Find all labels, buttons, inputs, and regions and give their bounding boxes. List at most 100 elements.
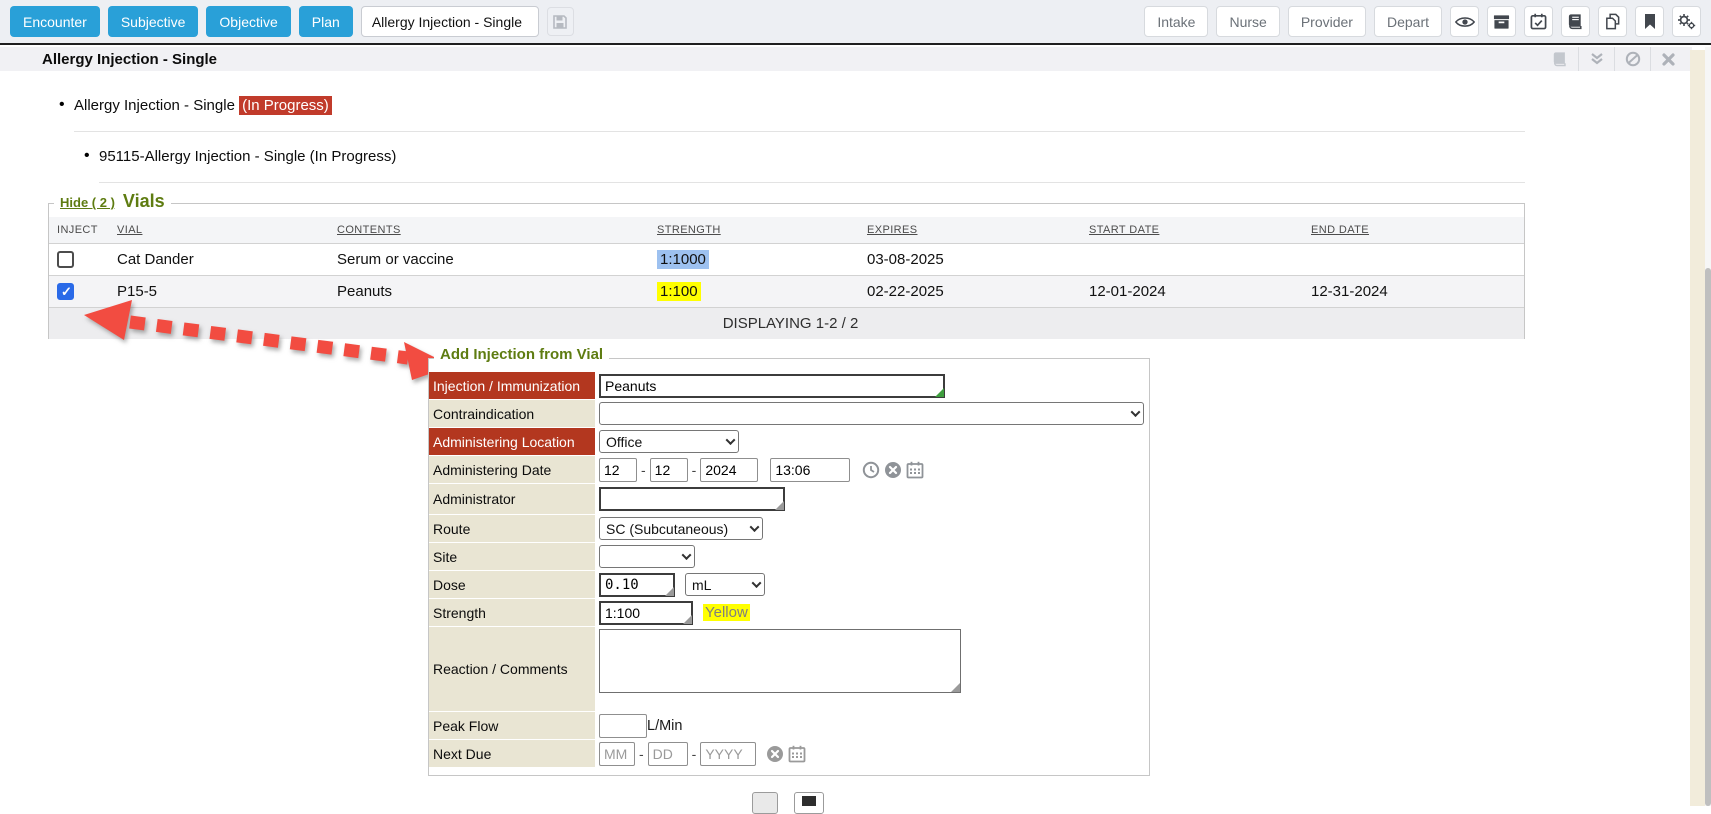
start-date-cell bbox=[1081, 244, 1303, 276]
clear-date-button[interactable] bbox=[884, 461, 902, 479]
save-button[interactable] bbox=[547, 7, 574, 36]
calendar-icon bbox=[788, 745, 806, 763]
dose-input[interactable] bbox=[599, 573, 675, 597]
column-header-contents[interactable]: CONTENTS bbox=[329, 217, 649, 244]
contraindication-label: Contraindication bbox=[429, 400, 595, 427]
eye-button[interactable] bbox=[1450, 6, 1479, 37]
form-print-button[interactable] bbox=[794, 792, 824, 814]
depart-button[interactable]: Depart bbox=[1374, 6, 1442, 37]
next-due-row: Next Due bbox=[429, 740, 1149, 767]
top-toolbar: Encounter Subjective Objective Plan Inta… bbox=[0, 0, 1711, 45]
annotation-arrow bbox=[78, 298, 458, 383]
site-row: Site bbox=[429, 543, 1149, 570]
site-label: Site bbox=[429, 543, 595, 570]
contraindication-select[interactable] bbox=[599, 402, 1144, 425]
administrator-input[interactable] bbox=[599, 487, 785, 511]
expires-cell: 02-22-2025 bbox=[859, 276, 1081, 308]
clear-next-due-button[interactable] bbox=[766, 745, 784, 763]
form-bottom-buttons bbox=[752, 792, 824, 814]
eye-icon bbox=[1455, 15, 1475, 29]
injection-label: Injection / Immunization bbox=[429, 372, 595, 399]
route-label: Route bbox=[429, 515, 595, 542]
book-button[interactable] bbox=[1561, 6, 1590, 37]
save-icon bbox=[552, 14, 568, 30]
date-label: Administering Date bbox=[429, 456, 595, 483]
calendar-check-button[interactable] bbox=[1524, 6, 1553, 37]
chevron-down-icon bbox=[726, 435, 736, 445]
panel-header: Allergy Injection - Single bbox=[0, 47, 1692, 71]
next-due-calendar-button[interactable] bbox=[788, 745, 806, 763]
date-month-input[interactable] bbox=[599, 458, 637, 482]
resize-grip-icon[interactable] bbox=[951, 683, 960, 692]
strength-input[interactable] bbox=[599, 601, 693, 625]
panel-book-button[interactable] bbox=[1542, 47, 1578, 71]
column-header-start-date[interactable]: START DATE bbox=[1081, 217, 1303, 244]
panel-disable-button[interactable] bbox=[1614, 47, 1650, 71]
reaction-textarea[interactable] bbox=[599, 629, 961, 693]
time-input[interactable] bbox=[770, 458, 850, 482]
next-due-year-input[interactable] bbox=[700, 742, 756, 766]
book-icon bbox=[1567, 13, 1584, 30]
administrator-label: Administrator bbox=[429, 484, 595, 514]
column-header-inject[interactable]: INJECT bbox=[49, 217, 109, 244]
panel-header-icons bbox=[1542, 47, 1686, 71]
copy-button[interactable] bbox=[1598, 6, 1627, 37]
objective-button[interactable]: Objective bbox=[206, 6, 290, 37]
panel-close-button[interactable] bbox=[1650, 47, 1686, 71]
column-header-expires[interactable]: EXPIRES bbox=[859, 217, 1081, 244]
form-title: Add Injection from Vial bbox=[440, 346, 603, 363]
form-action-button[interactable] bbox=[752, 792, 778, 814]
chevron-down-icon bbox=[750, 522, 760, 532]
nurse-button[interactable]: Nurse bbox=[1216, 6, 1279, 37]
form-title-input[interactable] bbox=[361, 6, 539, 37]
hide-vials-link[interactable]: Hide ( 2 ) bbox=[60, 195, 115, 210]
subjective-button[interactable]: Subjective bbox=[108, 6, 199, 37]
next-due-month-input[interactable] bbox=[599, 742, 635, 766]
column-header-vial[interactable]: VIAL bbox=[109, 217, 329, 244]
encounter-button[interactable]: Encounter bbox=[10, 6, 100, 37]
resize-grip-icon[interactable] bbox=[775, 501, 784, 510]
peak-flow-unit: L/Min bbox=[647, 718, 682, 734]
vertical-scrollbar-thumb[interactable] bbox=[1705, 268, 1711, 806]
table-row: Cat Dander Serum or vaccine 1:1000 03-08… bbox=[49, 244, 1524, 276]
calendar-picker-button[interactable] bbox=[906, 461, 924, 479]
peak-flow-input[interactable] bbox=[599, 714, 647, 738]
dose-unit-value: mL bbox=[692, 577, 711, 593]
book-icon bbox=[1552, 51, 1568, 67]
intake-button[interactable]: Intake bbox=[1144, 6, 1208, 37]
strength-label: Strength bbox=[429, 599, 595, 626]
inject-checkbox-checked[interactable] bbox=[57, 283, 74, 300]
chevron-down-icon bbox=[1131, 407, 1141, 417]
date-separator bbox=[692, 462, 697, 478]
column-header-strength[interactable]: STRENGTH bbox=[649, 217, 859, 244]
location-label: Administering Location bbox=[429, 428, 595, 455]
site-select[interactable] bbox=[599, 545, 695, 568]
peak-flow-label: Peak Flow bbox=[429, 712, 595, 739]
archive-button[interactable] bbox=[1487, 6, 1516, 37]
clock-button[interactable] bbox=[862, 461, 880, 479]
status-item-text: Allergy Injection - Single bbox=[74, 97, 235, 114]
dose-unit-select[interactable]: mL bbox=[685, 573, 765, 596]
column-header-end-date[interactable]: END DATE bbox=[1303, 217, 1524, 244]
settings-button[interactable] bbox=[1672, 6, 1701, 37]
date-day-input[interactable] bbox=[650, 458, 688, 482]
route-select[interactable]: SC (Subcutaneous) bbox=[599, 517, 763, 540]
strength-color-note: Yellow bbox=[703, 604, 750, 621]
panel-collapse-button[interactable] bbox=[1578, 47, 1614, 71]
resize-grip-icon[interactable] bbox=[665, 587, 674, 596]
resize-grip-icon[interactable] bbox=[683, 615, 692, 624]
printer-icon bbox=[802, 796, 816, 806]
inject-checkbox-unchecked[interactable] bbox=[57, 251, 74, 268]
status-list-subitem: 95115-Allergy Injection - Single (In Pro… bbox=[99, 148, 1525, 183]
copy-icon bbox=[1604, 13, 1621, 30]
location-select[interactable]: Office bbox=[599, 430, 739, 453]
bookmark-button[interactable] bbox=[1635, 6, 1664, 37]
date-year-input[interactable] bbox=[700, 458, 758, 482]
next-due-day-input[interactable] bbox=[648, 742, 688, 766]
provider-button[interactable]: Provider bbox=[1288, 6, 1366, 37]
plan-button[interactable]: Plan bbox=[299, 6, 353, 37]
right-side-strip bbox=[1690, 50, 1705, 806]
close-icon bbox=[1662, 53, 1675, 66]
injection-input[interactable] bbox=[599, 374, 945, 398]
resize-grip-icon[interactable] bbox=[935, 388, 944, 397]
